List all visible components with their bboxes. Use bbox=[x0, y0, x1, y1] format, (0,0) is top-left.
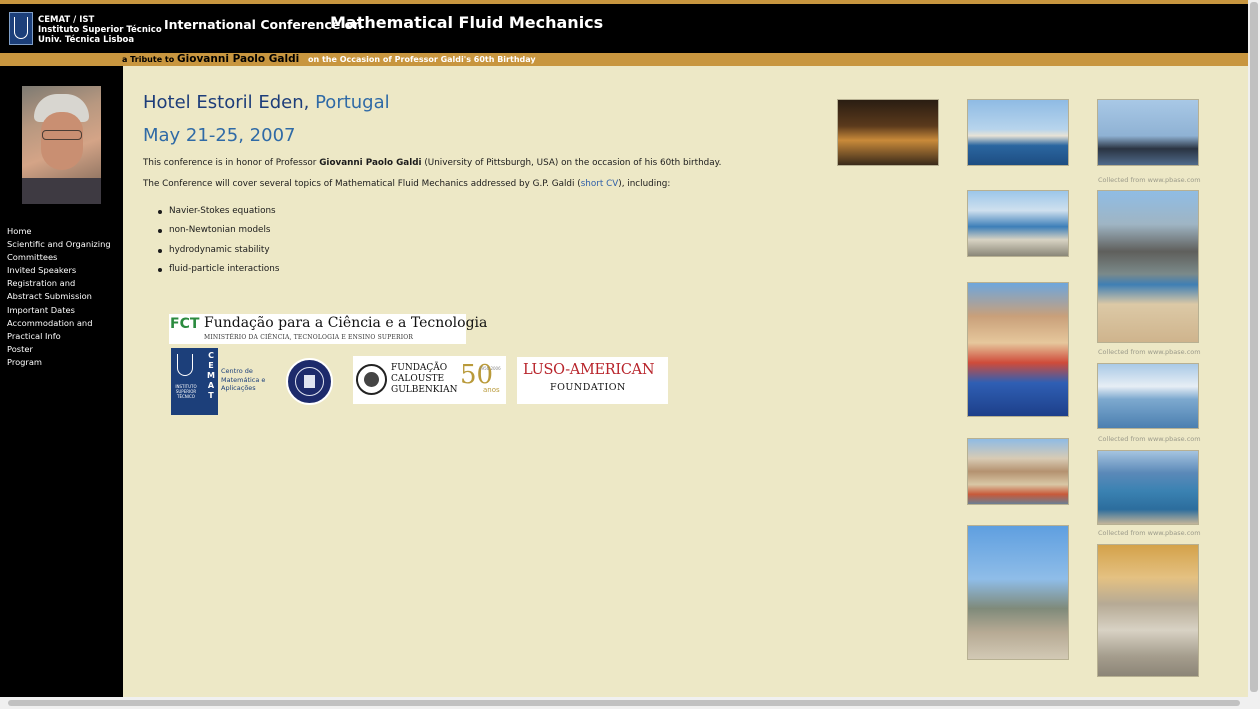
short-cv-link[interactable]: short CV bbox=[581, 179, 619, 189]
luso-american-logo[interactable]: LUSO-AMERICAN FOUNDATION bbox=[517, 357, 668, 404]
gulbenkian-logo[interactable]: FUNDAÇÃO CALOUSTE GULBENKIAN 50 1956 200… bbox=[353, 356, 506, 404]
photo-statue-square bbox=[1097, 544, 1199, 677]
nav-home[interactable]: Home bbox=[7, 225, 111, 238]
nav-accommodation[interactable]: Accommodation and bbox=[7, 317, 111, 330]
list-item: non-Newtonian models bbox=[157, 221, 279, 240]
tribute-occasion: on the Occasion of Professor Galdi's 60t… bbox=[308, 55, 536, 64]
ist-logo-icon[interactable] bbox=[9, 12, 33, 45]
site-header: CEMAT / IST Instituto Superior Técnico U… bbox=[0, 4, 1248, 53]
nav-accommodation-cont[interactable]: Practical Info bbox=[7, 330, 111, 343]
topics-list: Navier-Stokes equations non-Newtonian mo… bbox=[157, 202, 279, 280]
tribute-bar: a Tribute to Giovanni Paolo Galdi on the… bbox=[0, 53, 1248, 66]
photo-credit: Collected from www.pbase.com bbox=[1098, 348, 1201, 356]
nav-registration-cont[interactable]: Abstract Submission bbox=[7, 290, 111, 303]
nav-program[interactable]: Program bbox=[7, 356, 111, 369]
photo-boat-houses bbox=[967, 282, 1069, 417]
photo-statue-palms bbox=[967, 525, 1069, 660]
list-item: Navier-Stokes equations bbox=[157, 202, 279, 221]
main-content: Hotel Estoril Eden, Portugal May 21-25, … bbox=[123, 66, 1248, 697]
photo-credit: Collected from www.pbase.com bbox=[1098, 529, 1201, 537]
photo-night-terrace bbox=[837, 99, 939, 166]
sidebar-nav: Home Scientific and Organizing Committee… bbox=[7, 225, 111, 369]
photo-castle-beach bbox=[1097, 190, 1199, 343]
nav-important-dates[interactable]: Important Dates bbox=[7, 304, 111, 317]
nav-poster[interactable]: Poster bbox=[7, 343, 111, 356]
horizontal-scrollbar[interactable] bbox=[0, 697, 1260, 709]
tribute-name: Giovanni Paolo Galdi bbox=[177, 53, 300, 65]
nav-committees[interactable]: Scientific and Organizing bbox=[7, 238, 111, 251]
photo-marina bbox=[967, 99, 1069, 166]
photo-credit: Collected from www.pbase.com bbox=[1098, 435, 1201, 443]
fct-logo[interactable]: FCT Fundação para a Ciência e a Tecnolog… bbox=[169, 314, 487, 344]
topics-paragraph: The Conference will cover several topics… bbox=[143, 179, 671, 189]
page: CEMAT / IST Instituto Superior Técnico U… bbox=[0, 0, 1260, 709]
nav-invited-speakers[interactable]: Invited Speakers bbox=[7, 264, 111, 277]
ist-logo-text[interactable]: CEMAT / IST Instituto Superior Técnico U… bbox=[38, 15, 162, 45]
scroll-thumb[interactable] bbox=[1250, 2, 1258, 692]
photo-ship-silhouette bbox=[1097, 99, 1199, 166]
photo-beach-boats bbox=[967, 438, 1069, 505]
photo-credit: Collected from www.pbase.com bbox=[1098, 176, 1201, 184]
ist-shield-icon bbox=[177, 354, 193, 376]
nav-registration[interactable]: Registration and bbox=[7, 277, 111, 290]
venue-heading: Hotel Estoril Eden, Portugal bbox=[143, 92, 390, 113]
photo-fishing-nets bbox=[1097, 450, 1199, 525]
galdi-portrait bbox=[22, 86, 101, 204]
tribute-line: a Tribute to Giovanni Paolo Galdi on the… bbox=[122, 53, 536, 65]
nav-committees-cont[interactable]: Committees bbox=[7, 251, 111, 264]
photo-fountain-bay bbox=[1097, 363, 1199, 429]
vertical-scrollbar[interactable] bbox=[1248, 0, 1260, 697]
university-seal-icon[interactable] bbox=[286, 358, 333, 405]
intro-paragraph: This conference is in honor of Professor… bbox=[143, 158, 722, 168]
list-item: fluid-particle interactions bbox=[157, 260, 279, 279]
gulbenkian-emblem-icon bbox=[356, 364, 387, 395]
cemat-logo[interactable]: INSTITUTO SUPERIOR TÉCNICO C E M A T Cen… bbox=[171, 348, 271, 415]
photo-coast-promenade bbox=[967, 190, 1069, 257]
sidebar: Home Scientific and Organizing Committee… bbox=[0, 66, 123, 697]
conference-title: Mathematical Fluid Mechanics bbox=[330, 13, 604, 32]
list-item: hydrodynamic stability bbox=[157, 241, 279, 260]
date-heading: May 21-25, 2007 bbox=[143, 125, 296, 146]
scroll-thumb[interactable] bbox=[8, 700, 1240, 706]
